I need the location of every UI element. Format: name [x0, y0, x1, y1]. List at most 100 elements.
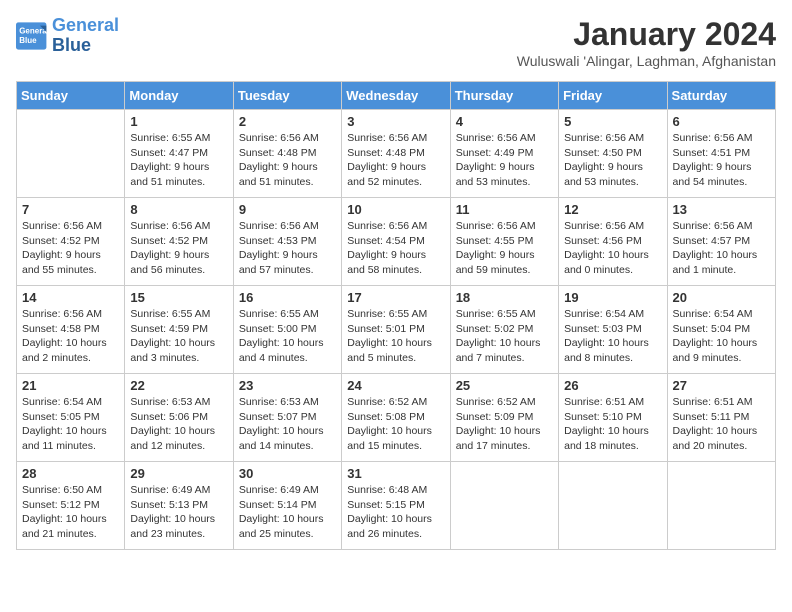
- day-number: 3: [347, 114, 444, 129]
- page-header: General Blue General Blue January 2024 W…: [16, 16, 776, 69]
- day-detail: Sunrise: 6:56 AM Sunset: 4:48 PM Dayligh…: [239, 131, 336, 190]
- day-number: 19: [564, 290, 661, 305]
- day-number: 4: [456, 114, 553, 129]
- day-cell: 22Sunrise: 6:53 AM Sunset: 5:06 PM Dayli…: [125, 374, 233, 462]
- day-number: 13: [673, 202, 770, 217]
- day-number: 1: [130, 114, 227, 129]
- day-detail: Sunrise: 6:51 AM Sunset: 5:10 PM Dayligh…: [564, 395, 661, 454]
- day-cell: 7 Sunrise: 6:56 AM Sunset: 4:52 PM Daylig…: [17, 198, 125, 286]
- day-cell: 31Sunrise: 6:48 AM Sunset: 5:15 PM Dayli…: [342, 462, 450, 550]
- day-cell: [450, 462, 558, 550]
- day-detail: Sunrise: 6:49 AM Sunset: 5:13 PM Dayligh…: [130, 483, 227, 542]
- day-cell: 25 Sunrise: 6:52 AM Sunset: 5:09 PM Dayli…: [450, 374, 558, 462]
- day-cell: 12Sunrise: 6:56 AM Sunset: 4:56 PM Dayli…: [559, 198, 667, 286]
- location: Wuluswali 'Alingar, Laghman, Afghanistan: [517, 53, 776, 69]
- title-block: January 2024 Wuluswali 'Alingar, Laghman…: [517, 16, 776, 69]
- day-cell: 15Sunrise: 6:55 AM Sunset: 4:59 PM Dayli…: [125, 286, 233, 374]
- day-number: 17: [347, 290, 444, 305]
- day-cell: 3 Sunrise: 6:56 AM Sunset: 4:48 PM Daylig…: [342, 110, 450, 198]
- logo: General Blue General Blue: [16, 16, 119, 56]
- day-cell: 19 Sunrise: 6:54 AM Sunset: 5:03 PM Dayli…: [559, 286, 667, 374]
- day-detail: Sunrise: 6:56 AM Sunset: 4:54 PM Dayligh…: [347, 219, 444, 278]
- day-number: 30: [239, 466, 336, 481]
- day-cell: 24 Sunrise: 6:52 AM Sunset: 5:08 PM Dayli…: [342, 374, 450, 462]
- day-cell: 18Sunrise: 6:55 AM Sunset: 5:02 PM Dayli…: [450, 286, 558, 374]
- day-detail: Sunrise: 6:56 AM Sunset: 4:58 PM Dayligh…: [22, 307, 119, 366]
- week-row-2: 7 Sunrise: 6:56 AM Sunset: 4:52 PM Daylig…: [17, 198, 776, 286]
- day-cell: 26 Sunrise: 6:51 AM Sunset: 5:10 PM Dayli…: [559, 374, 667, 462]
- day-cell: 8 Sunrise: 6:56 AM Sunset: 4:52 PM Daylig…: [125, 198, 233, 286]
- week-row-1: 1 Sunrise: 6:55 AM Sunset: 4:47 PM Daylig…: [17, 110, 776, 198]
- day-number: 11: [456, 202, 553, 217]
- day-cell: 23Sunrise: 6:53 AM Sunset: 5:07 PM Dayli…: [233, 374, 341, 462]
- day-number: 15: [130, 290, 227, 305]
- day-detail: Sunrise: 6:55 AM Sunset: 4:47 PM Dayligh…: [130, 131, 227, 190]
- day-number: 7: [22, 202, 119, 217]
- day-number: 25: [456, 378, 553, 393]
- col-header-thursday: Thursday: [450, 82, 558, 110]
- day-number: 8: [130, 202, 227, 217]
- day-detail: Sunrise: 6:52 AM Sunset: 5:09 PM Dayligh…: [456, 395, 553, 454]
- day-number: 29: [130, 466, 227, 481]
- logo-line1: General: [52, 15, 119, 35]
- day-number: 24: [347, 378, 444, 393]
- week-row-3: 14 Sunrise: 6:56 AM Sunset: 4:58 PM Dayli…: [17, 286, 776, 374]
- day-number: 31: [347, 466, 444, 481]
- day-cell: 20 Sunrise: 6:54 AM Sunset: 5:04 PM Dayli…: [667, 286, 775, 374]
- day-cell: [559, 462, 667, 550]
- logo-line2: Blue: [52, 35, 91, 55]
- day-cell: [17, 110, 125, 198]
- day-detail: Sunrise: 6:56 AM Sunset: 4:48 PM Dayligh…: [347, 131, 444, 190]
- day-detail: Sunrise: 6:53 AM Sunset: 5:06 PM Dayligh…: [130, 395, 227, 454]
- day-detail: Sunrise: 6:56 AM Sunset: 4:50 PM Dayligh…: [564, 131, 661, 190]
- day-detail: Sunrise: 6:56 AM Sunset: 4:52 PM Dayligh…: [130, 219, 227, 278]
- day-detail: Sunrise: 6:55 AM Sunset: 5:02 PM Dayligh…: [456, 307, 553, 366]
- day-number: 12: [564, 202, 661, 217]
- col-header-wednesday: Wednesday: [342, 82, 450, 110]
- day-cell: 29 Sunrise: 6:49 AM Sunset: 5:13 PM Dayli…: [125, 462, 233, 550]
- day-cell: 30 Sunrise: 6:49 AM Sunset: 5:14 PM Dayli…: [233, 462, 341, 550]
- day-cell: 1 Sunrise: 6:55 AM Sunset: 4:47 PM Daylig…: [125, 110, 233, 198]
- day-detail: Sunrise: 6:56 AM Sunset: 4:49 PM Dayligh…: [456, 131, 553, 190]
- day-number: 28: [22, 466, 119, 481]
- col-header-monday: Monday: [125, 82, 233, 110]
- day-number: 14: [22, 290, 119, 305]
- day-detail: Sunrise: 6:56 AM Sunset: 4:57 PM Dayligh…: [673, 219, 770, 278]
- day-detail: Sunrise: 6:54 AM Sunset: 5:04 PM Dayligh…: [673, 307, 770, 366]
- day-cell: 16 Sunrise: 6:55 AM Sunset: 5:00 PM Dayli…: [233, 286, 341, 374]
- day-cell: 28Sunrise: 6:50 AM Sunset: 5:12 PM Dayli…: [17, 462, 125, 550]
- day-cell: 11 Sunrise: 6:56 AM Sunset: 4:55 PM Dayli…: [450, 198, 558, 286]
- day-number: 16: [239, 290, 336, 305]
- day-cell: 4 Sunrise: 6:56 AM Sunset: 4:49 PM Daylig…: [450, 110, 558, 198]
- day-number: 21: [22, 378, 119, 393]
- day-detail: Sunrise: 6:53 AM Sunset: 5:07 PM Dayligh…: [239, 395, 336, 454]
- day-detail: Sunrise: 6:54 AM Sunset: 5:03 PM Dayligh…: [564, 307, 661, 366]
- calendar-table: SundayMondayTuesdayWednesdayThursdayFrid…: [16, 81, 776, 550]
- week-row-4: 21 Sunrise: 6:54 AM Sunset: 5:05 PM Dayli…: [17, 374, 776, 462]
- day-number: 9: [239, 202, 336, 217]
- day-cell: 14 Sunrise: 6:56 AM Sunset: 4:58 PM Dayli…: [17, 286, 125, 374]
- day-number: 20: [673, 290, 770, 305]
- day-detail: Sunrise: 6:49 AM Sunset: 5:14 PM Dayligh…: [239, 483, 336, 542]
- day-detail: Sunrise: 6:55 AM Sunset: 5:01 PM Dayligh…: [347, 307, 444, 366]
- day-cell: 21 Sunrise: 6:54 AM Sunset: 5:05 PM Dayli…: [17, 374, 125, 462]
- day-cell: 6Sunrise: 6:56 AM Sunset: 4:51 PM Daylig…: [667, 110, 775, 198]
- day-detail: Sunrise: 6:56 AM Sunset: 4:55 PM Dayligh…: [456, 219, 553, 278]
- day-number: 5: [564, 114, 661, 129]
- day-number: 10: [347, 202, 444, 217]
- day-detail: Sunrise: 6:55 AM Sunset: 5:00 PM Dayligh…: [239, 307, 336, 366]
- day-number: 26: [564, 378, 661, 393]
- day-detail: Sunrise: 6:56 AM Sunset: 4:52 PM Dayligh…: [22, 219, 119, 278]
- day-detail: Sunrise: 6:54 AM Sunset: 5:05 PM Dayligh…: [22, 395, 119, 454]
- day-cell: 27Sunrise: 6:51 AM Sunset: 5:11 PM Dayli…: [667, 374, 775, 462]
- col-header-tuesday: Tuesday: [233, 82, 341, 110]
- day-cell: 2 Sunrise: 6:56 AM Sunset: 4:48 PM Daylig…: [233, 110, 341, 198]
- col-header-saturday: Saturday: [667, 82, 775, 110]
- day-cell: 9Sunrise: 6:56 AM Sunset: 4:53 PM Daylig…: [233, 198, 341, 286]
- day-cell: 5 Sunrise: 6:56 AM Sunset: 4:50 PM Daylig…: [559, 110, 667, 198]
- logo-icon: General Blue: [16, 22, 48, 50]
- day-detail: Sunrise: 6:52 AM Sunset: 5:08 PM Dayligh…: [347, 395, 444, 454]
- month-year: January 2024: [517, 16, 776, 53]
- day-cell: 17 Sunrise: 6:55 AM Sunset: 5:01 PM Dayli…: [342, 286, 450, 374]
- day-number: 2: [239, 114, 336, 129]
